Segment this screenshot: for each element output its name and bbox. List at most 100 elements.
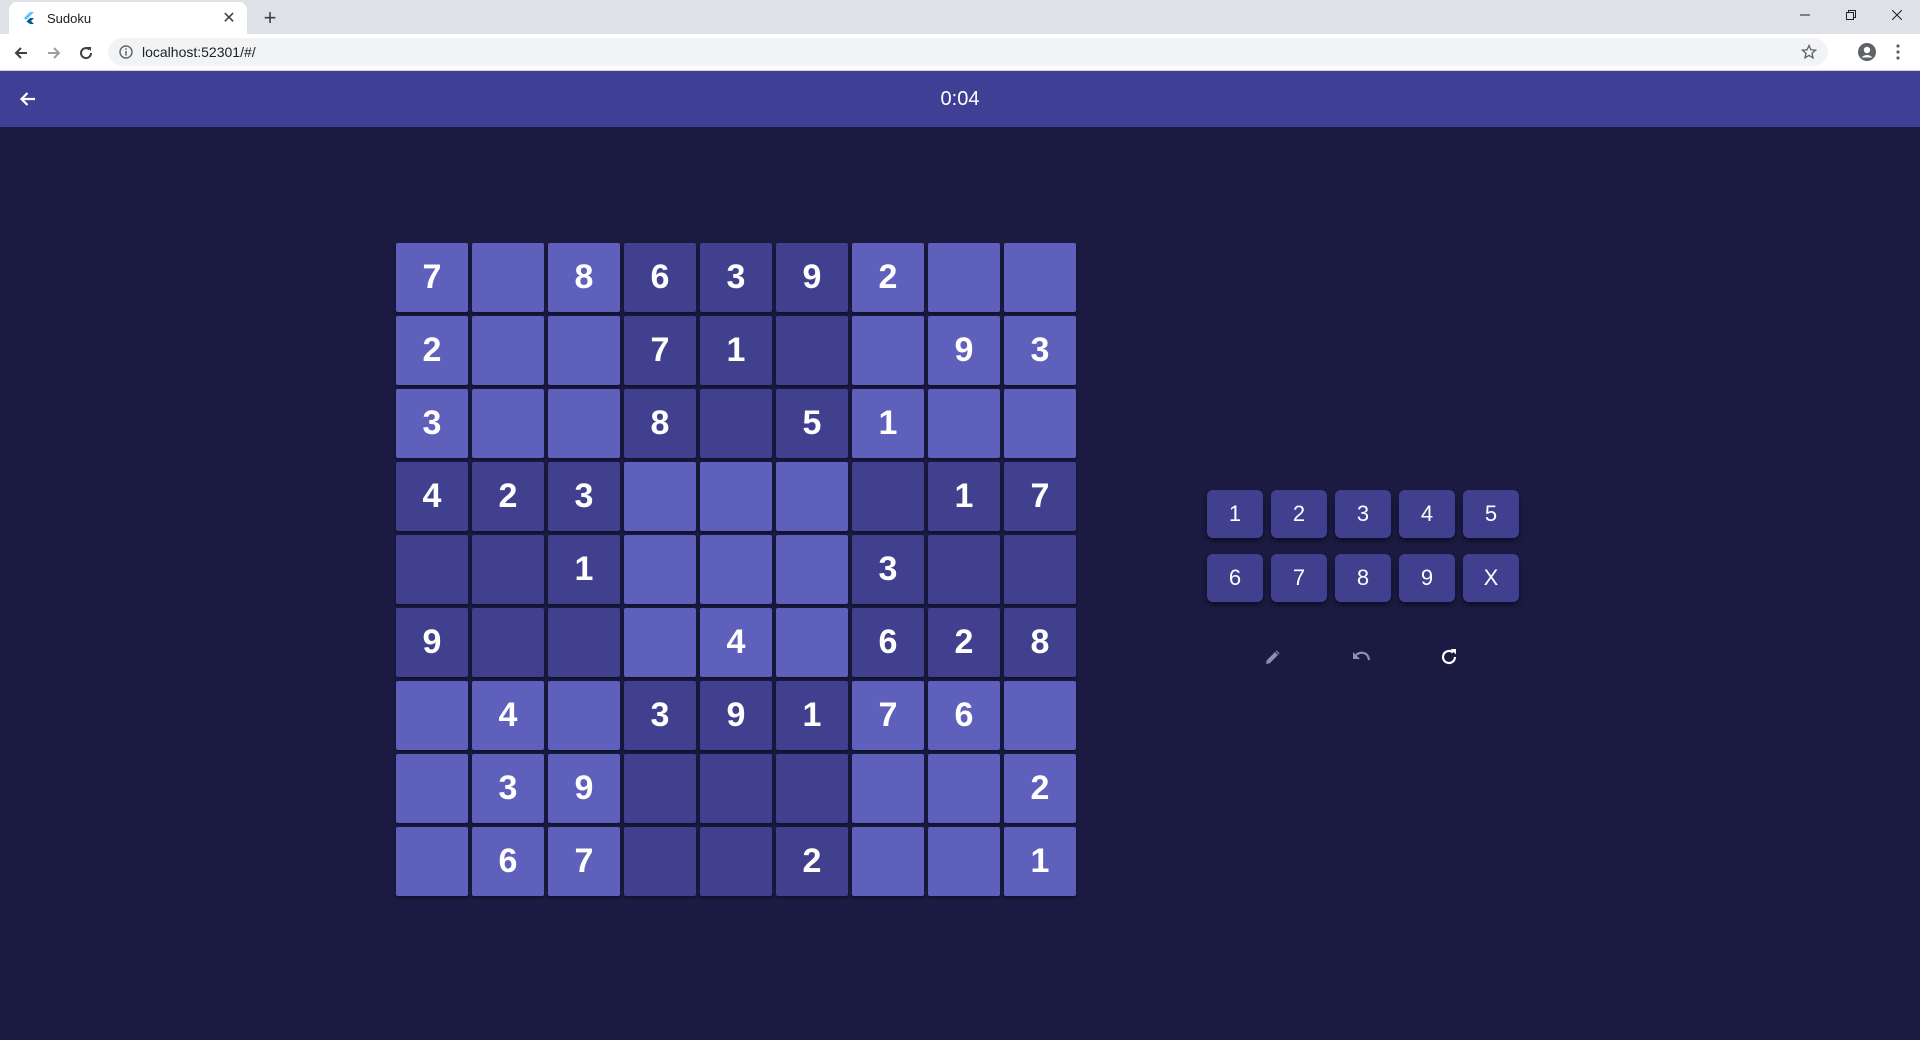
board-cell[interactable] <box>1004 389 1076 458</box>
board-cell[interactable]: 6 <box>852 608 924 677</box>
board-cell[interactable] <box>396 681 468 750</box>
minimize-icon[interactable] <box>1782 0 1828 30</box>
profile-icon[interactable] <box>1855 40 1879 64</box>
board-cell[interactable] <box>928 243 1000 312</box>
board-cell[interactable] <box>548 681 620 750</box>
pencil-button[interactable] <box>1255 639 1291 675</box>
board-cell[interactable] <box>472 316 544 385</box>
board-cell[interactable]: 9 <box>396 608 468 677</box>
board-cell[interactable] <box>548 389 620 458</box>
board-cell[interactable] <box>700 754 772 823</box>
board-cell[interactable] <box>776 754 848 823</box>
board-cell[interactable]: 2 <box>776 827 848 896</box>
restore-icon[interactable] <box>1828 0 1874 30</box>
board-cell[interactable]: 1 <box>928 462 1000 531</box>
board-cell[interactable] <box>472 389 544 458</box>
board-cell[interactable]: 7 <box>548 827 620 896</box>
board-cell[interactable] <box>624 827 696 896</box>
board-cell[interactable] <box>852 316 924 385</box>
back-arrow-icon[interactable] <box>8 40 34 66</box>
board-cell[interactable] <box>776 608 848 677</box>
board-cell[interactable]: 8 <box>1004 608 1076 677</box>
bookmark-star-icon[interactable] <box>1800 43 1818 61</box>
number-button-9[interactable]: 9 <box>1399 554 1455 602</box>
board-cell[interactable]: 2 <box>1004 754 1076 823</box>
board-cell[interactable] <box>700 535 772 604</box>
board-cell[interactable] <box>700 389 772 458</box>
board-cell[interactable]: 3 <box>396 389 468 458</box>
board-cell[interactable] <box>776 535 848 604</box>
board-cell[interactable]: 8 <box>624 389 696 458</box>
board-cell[interactable]: 2 <box>472 462 544 531</box>
browser-tab[interactable]: Sudoku ✕ <box>9 2 247 34</box>
undo-button[interactable] <box>1343 639 1379 675</box>
number-button-5[interactable]: 5 <box>1463 490 1519 538</box>
board-cell[interactable] <box>776 462 848 531</box>
board-cell[interactable]: 9 <box>928 316 1000 385</box>
board-cell[interactable] <box>776 316 848 385</box>
board-cell[interactable]: 9 <box>776 243 848 312</box>
board-cell[interactable]: 2 <box>928 608 1000 677</box>
board-cell[interactable]: 1 <box>852 389 924 458</box>
board-cell[interactable] <box>928 535 1000 604</box>
board-cell[interactable]: 7 <box>624 316 696 385</box>
new-tab-button[interactable]: + <box>258 5 282 30</box>
board-cell[interactable] <box>624 462 696 531</box>
board-cell[interactable]: 3 <box>852 535 924 604</box>
board-cell[interactable]: 4 <box>700 608 772 677</box>
board-cell[interactable]: 7 <box>1004 462 1076 531</box>
clear-cell-button[interactable]: X <box>1463 554 1519 602</box>
board-cell[interactable] <box>852 827 924 896</box>
board-cell[interactable]: 3 <box>624 681 696 750</box>
board-cell[interactable] <box>548 608 620 677</box>
number-button-3[interactable]: 3 <box>1335 490 1391 538</box>
number-button-8[interactable]: 8 <box>1335 554 1391 602</box>
board-cell[interactable]: 7 <box>396 243 468 312</box>
board-cell[interactable] <box>396 827 468 896</box>
reset-button[interactable] <box>1431 639 1467 675</box>
forward-arrow-icon[interactable] <box>41 40 67 66</box>
board-cell[interactable]: 3 <box>1004 316 1076 385</box>
number-button-7[interactable]: 7 <box>1271 554 1327 602</box>
board-cell[interactable] <box>624 754 696 823</box>
board-cell[interactable] <box>928 389 1000 458</box>
board-cell[interactable]: 1 <box>1004 827 1076 896</box>
board-cell[interactable] <box>928 827 1000 896</box>
number-button-4[interactable]: 4 <box>1399 490 1455 538</box>
board-cell[interactable]: 1 <box>776 681 848 750</box>
info-icon[interactable] <box>118 44 134 60</box>
board-cell[interactable] <box>472 535 544 604</box>
board-cell[interactable] <box>928 754 1000 823</box>
board-cell[interactable] <box>1004 681 1076 750</box>
kebab-menu-icon[interactable] <box>1886 40 1910 64</box>
board-cell[interactable]: 3 <box>548 462 620 531</box>
board-cell[interactable]: 8 <box>548 243 620 312</box>
board-cell[interactable] <box>852 462 924 531</box>
number-button-1[interactable]: 1 <box>1207 490 1263 538</box>
board-cell[interactable]: 2 <box>852 243 924 312</box>
reload-icon[interactable] <box>73 40 99 66</box>
board-cell[interactable]: 7 <box>852 681 924 750</box>
board-cell[interactable]: 6 <box>624 243 696 312</box>
board-cell[interactable] <box>472 608 544 677</box>
board-cell[interactable] <box>700 827 772 896</box>
board-cell[interactable]: 9 <box>700 681 772 750</box>
board-cell[interactable]: 4 <box>472 681 544 750</box>
board-cell[interactable] <box>548 316 620 385</box>
close-window-icon[interactable] <box>1874 0 1920 30</box>
board-cell[interactable] <box>624 535 696 604</box>
board-cell[interactable]: 5 <box>776 389 848 458</box>
board-cell[interactable] <box>624 608 696 677</box>
board-cell[interactable]: 4 <box>396 462 468 531</box>
back-button[interactable] <box>14 85 42 113</box>
board-cell[interactable] <box>700 462 772 531</box>
board-cell[interactable]: 6 <box>472 827 544 896</box>
board-cell[interactable] <box>396 535 468 604</box>
board-cell[interactable]: 1 <box>548 535 620 604</box>
board-cell[interactable]: 3 <box>700 243 772 312</box>
number-button-2[interactable]: 2 <box>1271 490 1327 538</box>
board-cell[interactable] <box>396 754 468 823</box>
board-cell[interactable]: 2 <box>396 316 468 385</box>
board-cell[interactable] <box>852 754 924 823</box>
board-cell[interactable]: 3 <box>472 754 544 823</box>
